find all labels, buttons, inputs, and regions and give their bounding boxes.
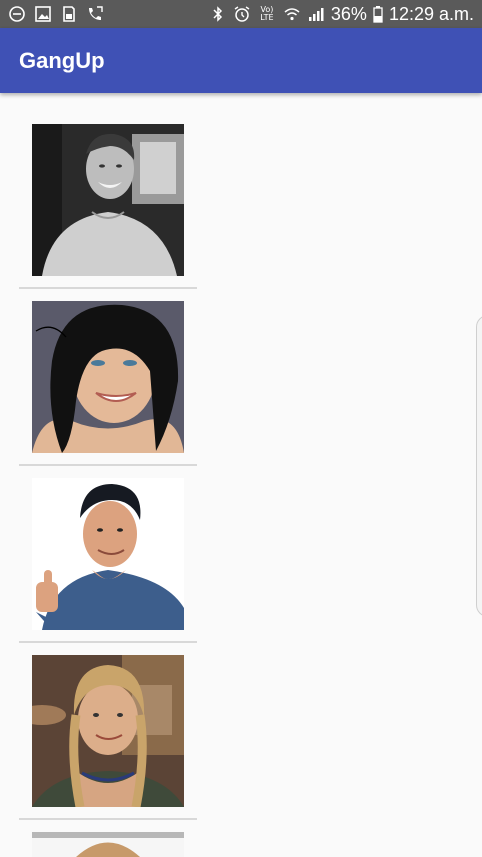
- portrait-photo[interactable]: [32, 124, 184, 276]
- list-item[interactable]: [19, 289, 197, 466]
- status-left-icons: [8, 5, 104, 23]
- wifi-icon: [283, 5, 301, 23]
- app-bar: GangUp: [0, 28, 482, 93]
- status-right-icons: Vo) LTE 36% 12:29 a.m.: [209, 4, 474, 25]
- signal-icon: [307, 5, 325, 23]
- photo-list[interactable]: [19, 112, 197, 820]
- image-icon: [34, 5, 52, 23]
- save-icon: [60, 5, 78, 23]
- clock: 12:29 a.m.: [388, 3, 474, 24]
- portrait-photo-partial[interactable]: [32, 832, 184, 857]
- minus-circle-icon: [8, 5, 26, 23]
- call-forward-icon: [86, 5, 104, 23]
- portrait-photo[interactable]: [32, 478, 184, 630]
- list-divider: [19, 818, 197, 820]
- battery-icon: [373, 5, 383, 23]
- bluetooth-icon: [209, 5, 227, 23]
- battery-percent: 36%: [330, 3, 367, 24]
- edge-panel-handle[interactable]: [476, 315, 482, 617]
- list-item[interactable]: [19, 466, 197, 643]
- app-title: GangUp: [19, 47, 105, 73]
- list-item[interactable]: [19, 643, 197, 820]
- alarm-icon: [233, 5, 251, 23]
- portrait-photo[interactable]: [32, 301, 184, 453]
- portrait-photo[interactable]: [32, 655, 184, 807]
- status-bar: Vo) LTE 36% 12:29 a.m.: [0, 0, 482, 28]
- volte-bottom-text: LTE: [260, 13, 274, 22]
- list-item[interactable]: [19, 112, 197, 289]
- volte-icon: Vo) LTE: [257, 6, 277, 22]
